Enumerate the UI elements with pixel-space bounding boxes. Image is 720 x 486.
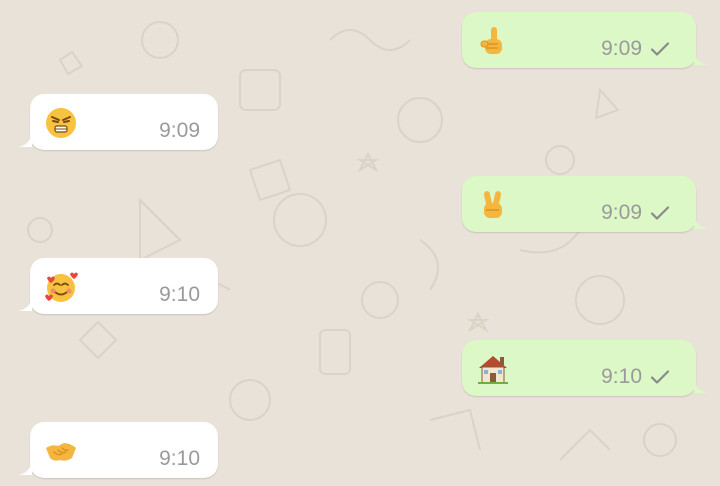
message-time: 9:10 <box>159 447 200 470</box>
message-meta: 9:09 <box>601 202 670 223</box>
smiling-face-with-hearts-icon <box>45 272 78 302</box>
bubble-tail <box>694 215 708 229</box>
single-check-icon <box>650 205 670 220</box>
message-time: 9:09 <box>601 37 642 60</box>
message-time: 9:09 <box>601 201 642 224</box>
message-time: 9:10 <box>601 365 642 388</box>
bubble-tail <box>694 379 708 393</box>
single-check-icon <box>650 369 670 384</box>
raised-index-finger-icon <box>480 27 502 54</box>
outgoing-message-bubble[interactable]: 9:09 <box>462 176 708 232</box>
outgoing-message-bubble[interactable]: 9:10 <box>462 340 708 396</box>
house-icon <box>478 356 508 384</box>
outgoing-message-bubble[interactable]: 9:09 <box>462 12 708 68</box>
message-meta: 9:10 <box>159 284 200 305</box>
message-meta: 9:10 <box>601 366 670 387</box>
bubble-tail <box>18 297 32 311</box>
bubble-tail <box>18 461 32 475</box>
single-check-icon <box>650 41 670 56</box>
incoming-message-bubble[interactable]: 9:10 <box>18 422 218 478</box>
victory-hand-icon <box>483 191 502 218</box>
message-meta: 9:09 <box>159 120 200 141</box>
incoming-message-bubble[interactable]: 9:09 <box>18 94 218 150</box>
bubble-tail <box>18 133 32 147</box>
angry-face-icon <box>46 108 76 138</box>
bubble-tail <box>694 51 708 65</box>
message-meta: 9:09 <box>601 38 670 59</box>
message-time: 9:10 <box>159 283 200 306</box>
handshake-icon <box>46 443 76 461</box>
incoming-message-bubble[interactable]: 9:10 <box>18 258 218 314</box>
message-meta: 9:10 <box>159 448 200 469</box>
chat-thread: 9:09 9:09 9:09 9:10 9:10 9:10 <box>0 0 720 486</box>
message-time: 9:09 <box>159 119 200 142</box>
